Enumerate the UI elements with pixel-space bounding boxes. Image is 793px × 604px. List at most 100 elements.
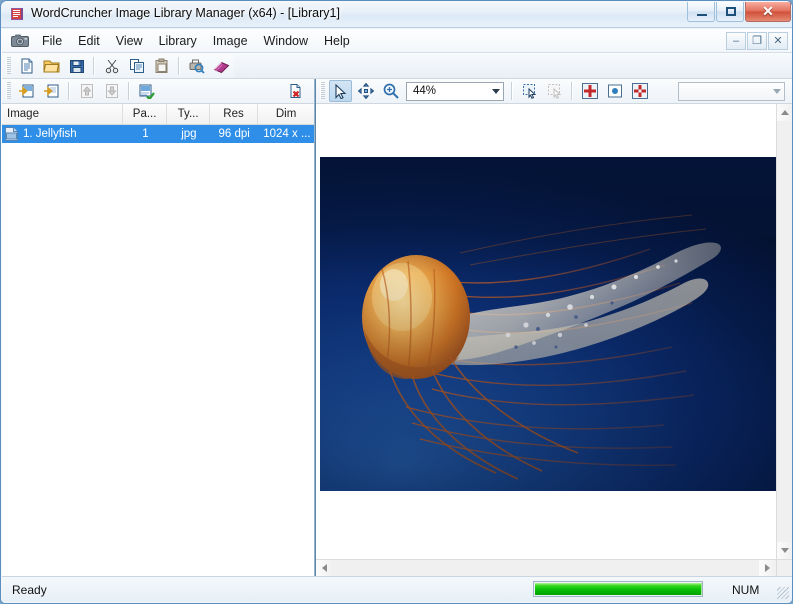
toolbar-separator-2	[178, 56, 180, 75]
chevron-down-icon-3	[781, 548, 789, 553]
chevron-down-icon-2	[773, 89, 781, 94]
library-toolbar-grip[interactable]	[6, 82, 11, 100]
scroll-right-button[interactable]	[759, 560, 776, 576]
print-preview-button[interactable]	[185, 55, 208, 77]
delete-image-icon	[288, 83, 304, 99]
image-file-icon	[4, 127, 19, 141]
mdi-close-button[interactable]: ✕	[768, 32, 788, 50]
blue-dot-icon	[607, 83, 623, 99]
delete-image-button[interactable]	[284, 80, 307, 102]
image-toolbar-grip[interactable]	[320, 82, 325, 100]
num-lock-indicator: NUM	[732, 583, 760, 597]
resize-grip[interactable]	[777, 587, 789, 599]
menu-item-file[interactable]: File	[34, 31, 70, 51]
set-point-button[interactable]	[578, 80, 601, 102]
crosshair-red-icon	[581, 83, 598, 99]
paste-button[interactable]	[150, 55, 173, 77]
open-button[interactable]	[40, 55, 63, 77]
window-title: WordCruncher Image Library Manager (x64)…	[31, 6, 340, 20]
minimize-icon	[697, 14, 707, 16]
about-book-button[interactable]	[210, 55, 233, 77]
insert-image-icon	[43, 83, 60, 99]
camera-icon	[11, 33, 29, 48]
scroll-left-button[interactable]	[316, 560, 333, 576]
pan-tool-button[interactable]	[354, 80, 377, 102]
image-page-combobox[interactable]	[678, 82, 785, 101]
scroll-down-button[interactable]	[777, 542, 792, 559]
column-header-image[interactable]: Image	[2, 104, 123, 124]
chevron-right-icon	[765, 564, 770, 572]
application-window: WordCruncher Image Library Manager (x64)…	[0, 0, 793, 604]
status-message: Ready	[12, 583, 47, 597]
region-select-button[interactable]	[518, 80, 541, 102]
cut-button[interactable]	[100, 55, 123, 77]
menu-item-image[interactable]: Image	[205, 31, 256, 51]
column-header-dim[interactable]: Dim	[258, 104, 314, 124]
copy-icon	[129, 58, 145, 74]
region-apply-button	[543, 80, 566, 102]
move-up-icon	[79, 83, 95, 99]
progress-bar	[533, 581, 703, 597]
pan-move-icon	[357, 83, 374, 99]
select-tool-button[interactable]	[329, 80, 352, 102]
properties-icon	[138, 83, 155, 99]
paste-icon	[154, 58, 170, 74]
minimize-button[interactable]	[687, 2, 715, 22]
library-toolbar	[2, 79, 314, 104]
close-button[interactable]: ✕	[745, 2, 791, 22]
maximize-button[interactable]	[716, 2, 744, 22]
add-image-button[interactable]	[15, 80, 38, 102]
cell-res: 96 dpi	[218, 128, 250, 140]
zoom-level-value: 44%	[413, 85, 437, 97]
table-row[interactable]: 1. Jellyfish 1 jpg 96 dpi 1024 x ...	[2, 125, 314, 143]
clear-point-button[interactable]	[628, 80, 651, 102]
save-button[interactable]	[65, 55, 88, 77]
zoom-level-combobox[interactable]: 44%	[406, 81, 504, 101]
open-folder-icon	[43, 58, 60, 74]
scroll-up-button[interactable]	[777, 104, 792, 121]
toolbar-grip[interactable]	[6, 56, 11, 75]
copy-button[interactable]	[125, 55, 148, 77]
menu-bar: File Edit View Library Image Window Help…	[2, 29, 792, 53]
menu-item-library[interactable]: Library	[151, 31, 205, 51]
move-up-button	[75, 80, 98, 102]
import-image-icon	[18, 83, 35, 99]
mdi-client-area: Image Pa... Ty... Res Dim 1. Jellyfish 1…	[2, 79, 792, 576]
cut-scissors-icon	[104, 58, 120, 74]
column-header-type[interactable]: Ty...	[167, 104, 210, 124]
menu-item-help[interactable]: Help	[316, 31, 358, 51]
menu-item-edit[interactable]: Edit	[70, 31, 108, 51]
move-down-button	[100, 80, 123, 102]
cell-dim: 1024 x ...	[263, 128, 311, 140]
menu-item-view[interactable]: View	[108, 31, 151, 51]
chevron-up-icon	[781, 110, 789, 115]
library-toolbar-separator-2	[128, 82, 130, 100]
list-rows: 1. Jellyfish 1 jpg 96 dpi 1024 x ...	[2, 125, 314, 575]
cell-type: jpg	[181, 128, 197, 140]
print-preview-icon	[188, 58, 205, 74]
mdi-restore-button[interactable]: ❐	[747, 32, 767, 50]
cell-pages: 1	[142, 128, 149, 140]
column-header-res[interactable]: Res	[210, 104, 259, 124]
close-icon: ✕	[762, 3, 774, 19]
status-bar: Ready NUM	[2, 576, 792, 602]
save-floppy-icon	[69, 58, 85, 74]
insert-image-button[interactable]	[40, 80, 63, 102]
chevron-left-icon	[322, 564, 327, 572]
column-header-pages[interactable]: Pa...	[123, 104, 168, 124]
image-pane: 44%	[316, 79, 792, 576]
image-vignette	[320, 157, 776, 491]
image-vertical-scrollbar[interactable]	[776, 104, 792, 559]
image-canvas[interactable]	[316, 104, 776, 559]
menu-item-window[interactable]: Window	[256, 31, 316, 51]
image-horizontal-scrollbar[interactable]	[316, 559, 776, 576]
chevron-down-icon	[492, 88, 500, 94]
new-button[interactable]	[15, 55, 38, 77]
marker-button[interactable]	[603, 80, 626, 102]
mdi-minimize-button[interactable]: –	[726, 32, 746, 50]
jellyfish-image	[320, 157, 776, 491]
image-toolbar: 44%	[316, 79, 792, 104]
toolbar-empty-area	[234, 53, 792, 78]
properties-button[interactable]	[135, 80, 158, 102]
zoom-tool-button[interactable]	[379, 80, 402, 102]
